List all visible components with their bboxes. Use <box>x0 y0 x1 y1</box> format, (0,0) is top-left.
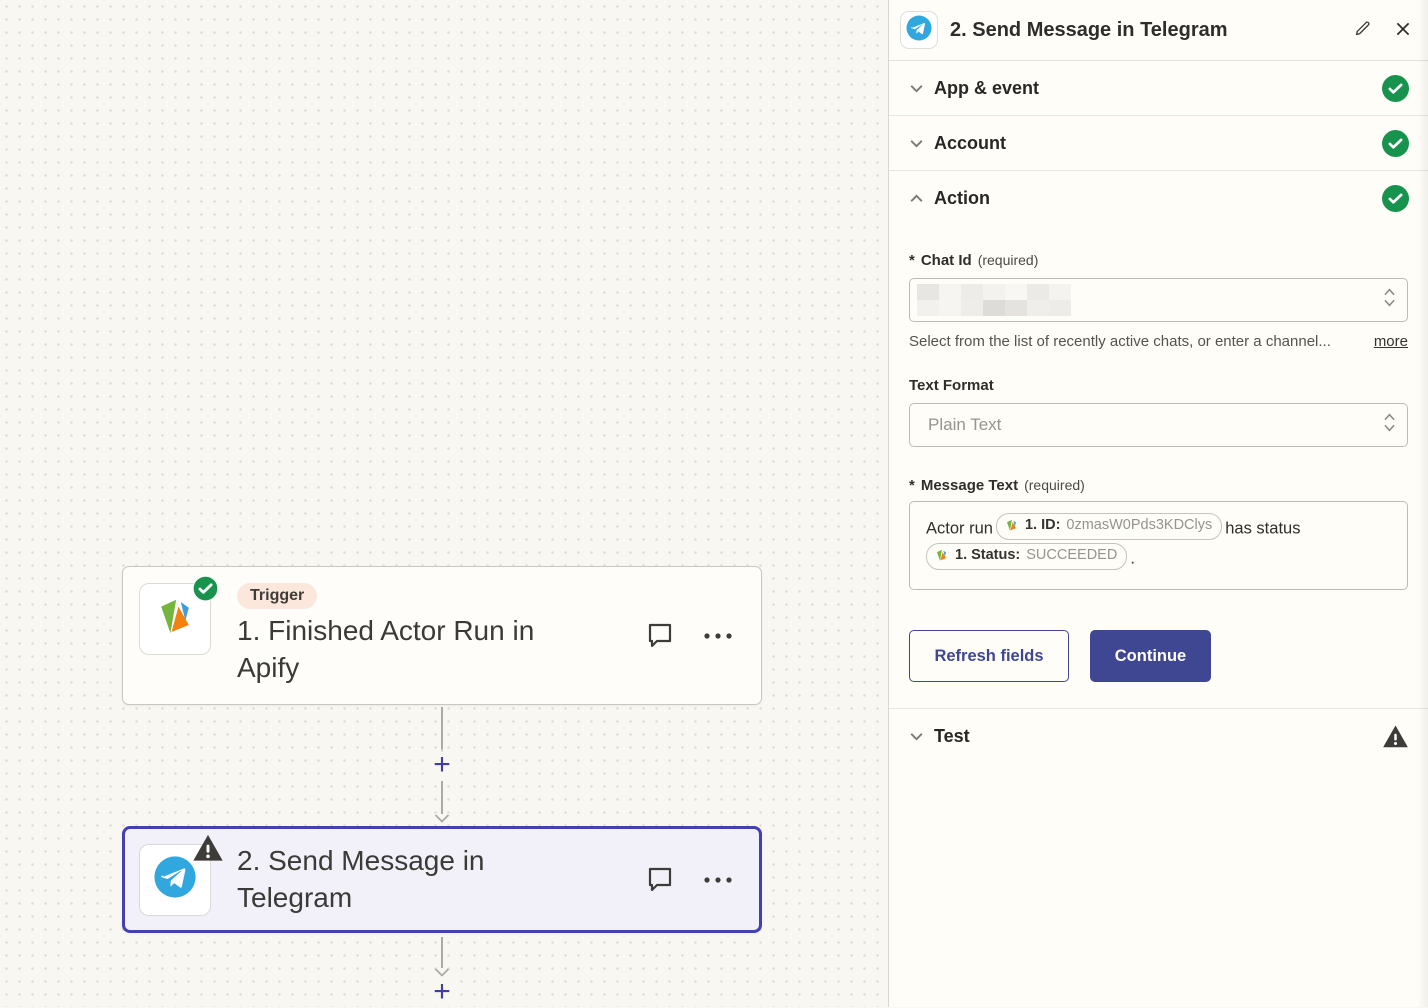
warning-triangle-icon <box>1382 723 1409 750</box>
required-asterisk: * <box>909 252 915 269</box>
close-panel-button[interactable] <box>1392 18 1414 43</box>
add-note-button[interactable] <box>643 861 677 898</box>
ellipsis-icon <box>703 628 733 643</box>
step-settings-panel: 2. Send Message in Telegram App & event <box>888 0 1428 1007</box>
pencil-icon <box>1353 19 1372 41</box>
chat-id-input[interactable] <box>909 278 1408 322</box>
message-suffix: . <box>1130 549 1135 567</box>
step-card-action-selected[interactable]: 2. Send Message in Telegram <box>122 826 762 933</box>
success-check-icon <box>1382 185 1409 212</box>
message-text-label: *Message Text(required) <box>909 477 1408 494</box>
success-check-icon <box>1382 130 1409 157</box>
chevron-down-icon <box>908 80 925 97</box>
step-card-trigger[interactable]: Trigger 1. Finished Actor Run in Apify <box>122 566 762 705</box>
speech-bubble-icon <box>645 863 675 896</box>
chat-id-helper-text: Select from the list of recently active … <box>909 333 1374 350</box>
section-label: Account <box>934 133 1382 154</box>
section-label: Test <box>934 726 1382 747</box>
panel-title: 2. Send Message in Telegram <box>950 19 1351 42</box>
action-step-title: 2. Send Message in Telegram <box>237 843 542 917</box>
trigger-badge: Trigger <box>237 583 317 609</box>
warning-badge-icon <box>192 832 224 864</box>
chat-id-label: *Chat Id(required) <box>909 252 1408 269</box>
chevron-down-icon <box>908 728 925 745</box>
text-format-value: Plain Text <box>928 415 1001 435</box>
required-asterisk: * <box>909 477 915 494</box>
message-prefix: Actor run <box>926 519 993 537</box>
telegram-app-tile-small <box>900 11 938 49</box>
ellipsis-icon <box>703 872 733 887</box>
section-app-event[interactable]: App & event <box>889 61 1428 116</box>
field-token-run-status[interactable]: 1. Status:SUCCEEDED <box>926 543 1127 570</box>
section-account[interactable]: Account <box>889 116 1428 171</box>
add-note-button[interactable] <box>643 617 677 654</box>
section-test[interactable]: Test <box>889 708 1428 763</box>
continue-button[interactable]: Continue <box>1090 630 1211 682</box>
add-step-button-bottom[interactable]: + <box>426 976 458 1008</box>
section-label: App & event <box>934 78 1382 99</box>
redacted-value <box>917 284 1071 316</box>
message-text-input[interactable]: Actor run1. ID:0zmasW0Pds3KDClyshas stat… <box>909 501 1408 590</box>
telegram-logo-icon <box>904 13 934 48</box>
panel-header: 2. Send Message in Telegram <box>889 0 1428 61</box>
connector-line <box>441 707 443 752</box>
add-step-button-middle[interactable]: + <box>426 749 458 781</box>
refresh-fields-button[interactable]: Refresh fields <box>909 630 1069 682</box>
message-mid: has status <box>1225 519 1300 537</box>
apify-app-tile <box>139 583 211 655</box>
trigger-step-title: 1. Finished Actor Run in Apify <box>237 613 587 687</box>
action-section-content: *Chat Id(required) Select from the list … <box>889 226 1428 682</box>
select-chevrons-icon <box>1383 412 1396 439</box>
apify-logo-icon <box>1004 518 1019 533</box>
telegram-app-tile <box>139 844 211 916</box>
apify-logo-icon <box>934 548 949 563</box>
chevron-up-icon <box>908 190 925 207</box>
chevron-down-icon <box>908 135 925 152</box>
section-action[interactable]: Action <box>889 171 1428 226</box>
select-chevrons-icon <box>1383 287 1396 314</box>
field-token-run-id[interactable]: 1. ID:0zmasW0Pds3KDClys <box>996 513 1222 540</box>
rename-step-button[interactable] <box>1351 17 1374 43</box>
success-check-badge-icon <box>192 575 219 602</box>
text-format-dropdown[interactable]: Plain Text <box>909 403 1408 447</box>
step-menu-button[interactable] <box>701 870 735 889</box>
step-menu-button[interactable] <box>701 626 735 645</box>
section-label: Action <box>934 188 1382 209</box>
workflow-canvas[interactable]: Trigger 1. Finished Actor Run in Apify + <box>0 0 888 1007</box>
success-check-icon <box>1382 75 1409 102</box>
speech-bubble-icon <box>645 619 675 652</box>
close-icon <box>1394 20 1412 41</box>
text-format-label: Text Format <box>909 377 1408 394</box>
more-link[interactable]: more <box>1374 333 1408 350</box>
